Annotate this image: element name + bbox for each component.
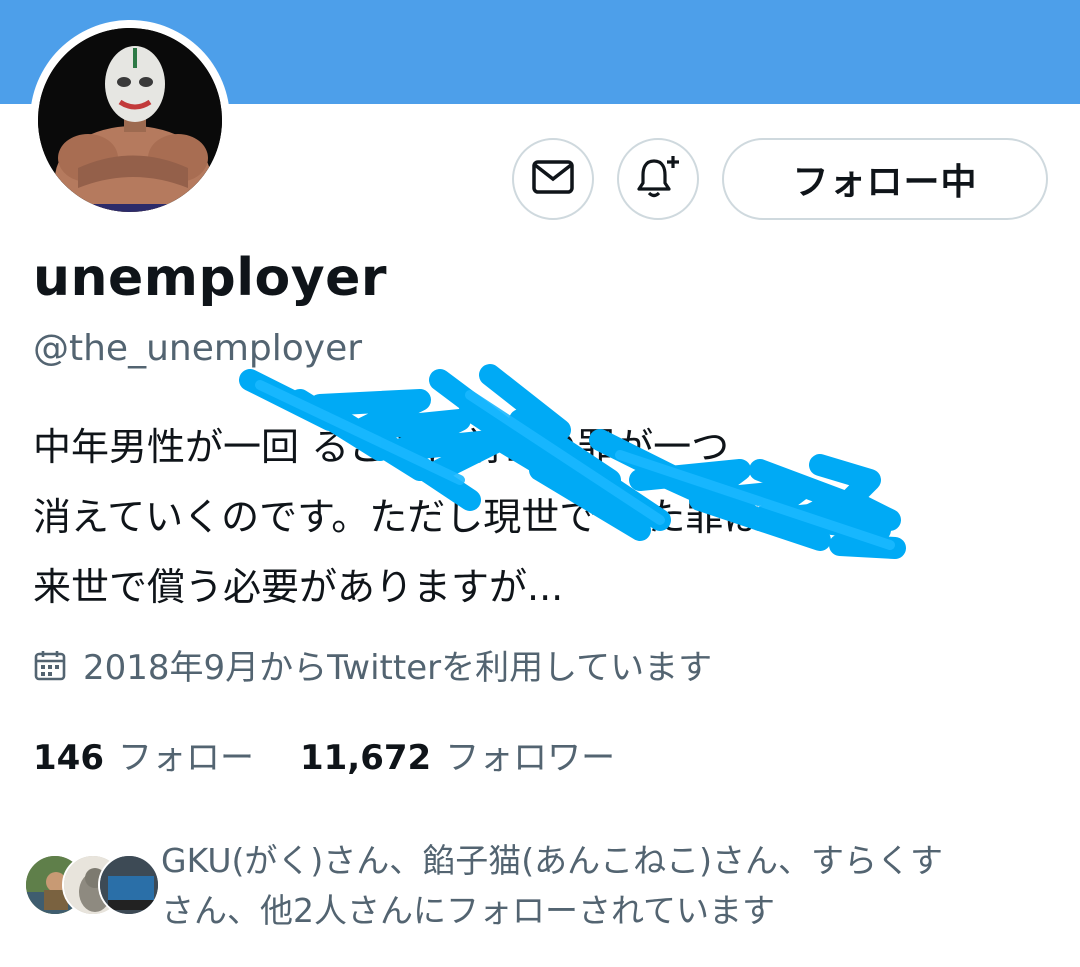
following-link[interactable]: 146 フォロー	[33, 730, 254, 779]
joined-date: 2018年9月からTwitterを利用しています	[33, 640, 712, 689]
profile-bio: 中年男性が一回 るごとに前世の罪が一つ 消えていくのです。ただし現世で した罪は…	[33, 412, 1043, 622]
follow-stats: 146 フォロー 11,672 フォロワー	[33, 730, 661, 779]
followed-by-line: さん、他2人さんにフォローされています	[161, 891, 776, 930]
bio-line: 来世で償う必要がありますが...	[33, 565, 564, 609]
bio-line: 中年男性が一回 るごとに前世の罪が一つ	[33, 425, 730, 469]
bell-plus-icon	[634, 153, 682, 205]
followers-label: フォロワー	[445, 738, 616, 778]
following-count: 146	[33, 738, 104, 778]
following-label: フォロー	[117, 738, 254, 778]
calendar-icon	[33, 648, 67, 682]
followers-count: 11,672	[299, 738, 432, 778]
message-button[interactable]	[512, 138, 594, 220]
followers-link[interactable]: 11,672 フォロワー	[300, 730, 615, 779]
user-handle: @the_unemployer	[33, 328, 363, 369]
joined-text: 2018年9月からTwitterを利用しています	[83, 648, 713, 688]
mail-icon	[531, 159, 575, 199]
display-name: unemployer	[33, 248, 388, 308]
following-button[interactable]: フォロー中	[722, 138, 1048, 220]
followed-by-text: GKU(がく)さん、餡子猫(あんこねこ)さん、すらくす さん、他2人さんにフォロ…	[161, 836, 1061, 936]
followed-by-line: GKU(がく)さん、餡子猫(あんこねこ)さん、すらくす	[161, 841, 943, 880]
notify-button[interactable]	[617, 138, 699, 220]
avatar[interactable]	[38, 28, 222, 212]
follower-avatar	[98, 854, 160, 916]
bio-line: 消えていくのです。ただし現世で した罪は	[33, 495, 762, 539]
